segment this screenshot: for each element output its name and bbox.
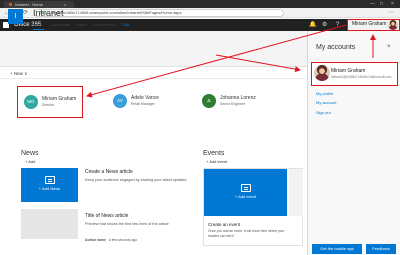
events-heading: Events — [203, 150, 225, 157]
get-mobile-app-button[interactable]: Get the mobile app — [312, 244, 362, 254]
site-navigation: Home Documents Pages Site contents Edit — [33, 22, 129, 30]
news-item-description: Keep your audience engaged by sharing yo… — [85, 178, 188, 182]
person-title: Retail Manager — [131, 102, 155, 106]
news-article-meta: Author name a few seconds ago — [85, 238, 137, 243]
add-event-tile[interactable]: + Add event — [204, 169, 287, 216]
site-favicon-icon — [9, 3, 12, 7]
person-card-miriam[interactable]: MG Miriam Graham Director — [17, 86, 83, 118]
news-item-title[interactable]: Create a News article — [85, 169, 133, 176]
news-article-title[interactable]: Title of News article — [85, 213, 128, 220]
browser-tab-bar: Intranet - Home × — □ × — [0, 0, 400, 8]
sign-out-link[interactable]: Sign out — [316, 110, 331, 116]
account-avatar — [314, 65, 330, 81]
me-control-name: Miriam Graham — [352, 21, 387, 27]
add-news-label: + Add News — [38, 186, 61, 191]
maximize-icon[interactable]: □ — [380, 1, 383, 7]
person-avatar: JL — [202, 94, 216, 108]
nav-home[interactable]: Home — [33, 22, 44, 30]
nav-edit-link[interactable]: Edit — [122, 22, 129, 30]
person-card-johanna[interactable]: JL Johanna Lorenz Senior Engineer — [202, 90, 282, 114]
add-news-tile[interactable]: + Add News — [21, 168, 78, 202]
account-email: MiriamG@M365x714608.OnMicrosoft.com — [331, 75, 392, 79]
command-bar: + New ∨ — [0, 68, 307, 79]
person-avatar: AV — [113, 94, 127, 108]
person-title: Senior Engineer — [220, 102, 246, 106]
browser-menu-icon[interactable]: ⋯ — [388, 9, 394, 17]
news-thumbnail[interactable] — [21, 209, 78, 239]
new-button[interactable]: + New ∨ — [10, 70, 27, 77]
panel-close-icon[interactable]: × — [387, 43, 391, 51]
news-add-link[interactable]: + Add — [25, 159, 35, 165]
account-name: Miriam Graham — [331, 68, 366, 74]
nav-site-contents[interactable]: Site contents — [93, 22, 116, 30]
url-text: https://m365x714608.sharepoint.com/sites… — [51, 10, 182, 15]
person-avatar: MG — [24, 95, 38, 109]
news-article-preview: Preview that shows the first few lines o… — [85, 222, 169, 226]
news-author: Author name — [85, 238, 106, 242]
site-header — [0, 31, 307, 67]
person-name: Johanna Lorenz — [220, 95, 256, 101]
my-account-link[interactable]: My account — [316, 100, 336, 106]
events-add-link[interactable]: + Add event — [206, 159, 227, 165]
site-logo[interactable]: I — [8, 9, 23, 24]
help-icon[interactable]: ? — [336, 21, 339, 29]
add-event-label: + Add event — [234, 194, 257, 199]
my-profile-link[interactable]: My profile — [316, 91, 333, 97]
site-title[interactable]: Intranet — [33, 8, 64, 18]
news-date: a few seconds ago — [108, 238, 138, 242]
nav-pages[interactable]: Pages — [76, 22, 87, 30]
event-side-strip — [289, 169, 303, 216]
browser-tab-title: Intranet - Home — [15, 2, 43, 7]
person-title: Director — [42, 103, 55, 107]
minimize-icon[interactable]: — — [370, 1, 375, 7]
event-card-title: Create an event — [208, 222, 241, 227]
person-name: Adele Vance — [131, 95, 159, 101]
browser-tab[interactable]: Intranet - Home × — [4, 1, 74, 8]
settings-gear-icon[interactable]: ⚙ — [322, 21, 327, 29]
newspaper-icon — [44, 176, 55, 184]
url-field[interactable]: Bing https://m365x714608.sharepoint.com/… — [34, 9, 284, 17]
nav-documents[interactable]: Documents — [50, 22, 70, 30]
calendar-icon — [240, 184, 251, 192]
notifications-bell-icon[interactable]: 🔔 — [309, 21, 316, 29]
my-accounts-title: My accounts — [316, 44, 356, 51]
person-name: Miriam Graham — [42, 96, 77, 102]
event-card-description: Once you add an event, it will show here… — [208, 229, 285, 238]
reload-icon[interactable]: ⟳ — [23, 9, 28, 17]
tab-close-icon[interactable]: × — [64, 2, 66, 7]
event-card[interactable]: + Add event Create an event Once you add… — [203, 168, 303, 246]
person-card-adele[interactable]: AV Adele Vance Retail Manager — [113, 90, 183, 114]
feedback-button[interactable]: Feedback — [366, 244, 396, 254]
news-heading: News — [21, 150, 39, 157]
me-control-avatar — [388, 20, 398, 30]
window-close-icon[interactable]: × — [391, 1, 394, 7]
